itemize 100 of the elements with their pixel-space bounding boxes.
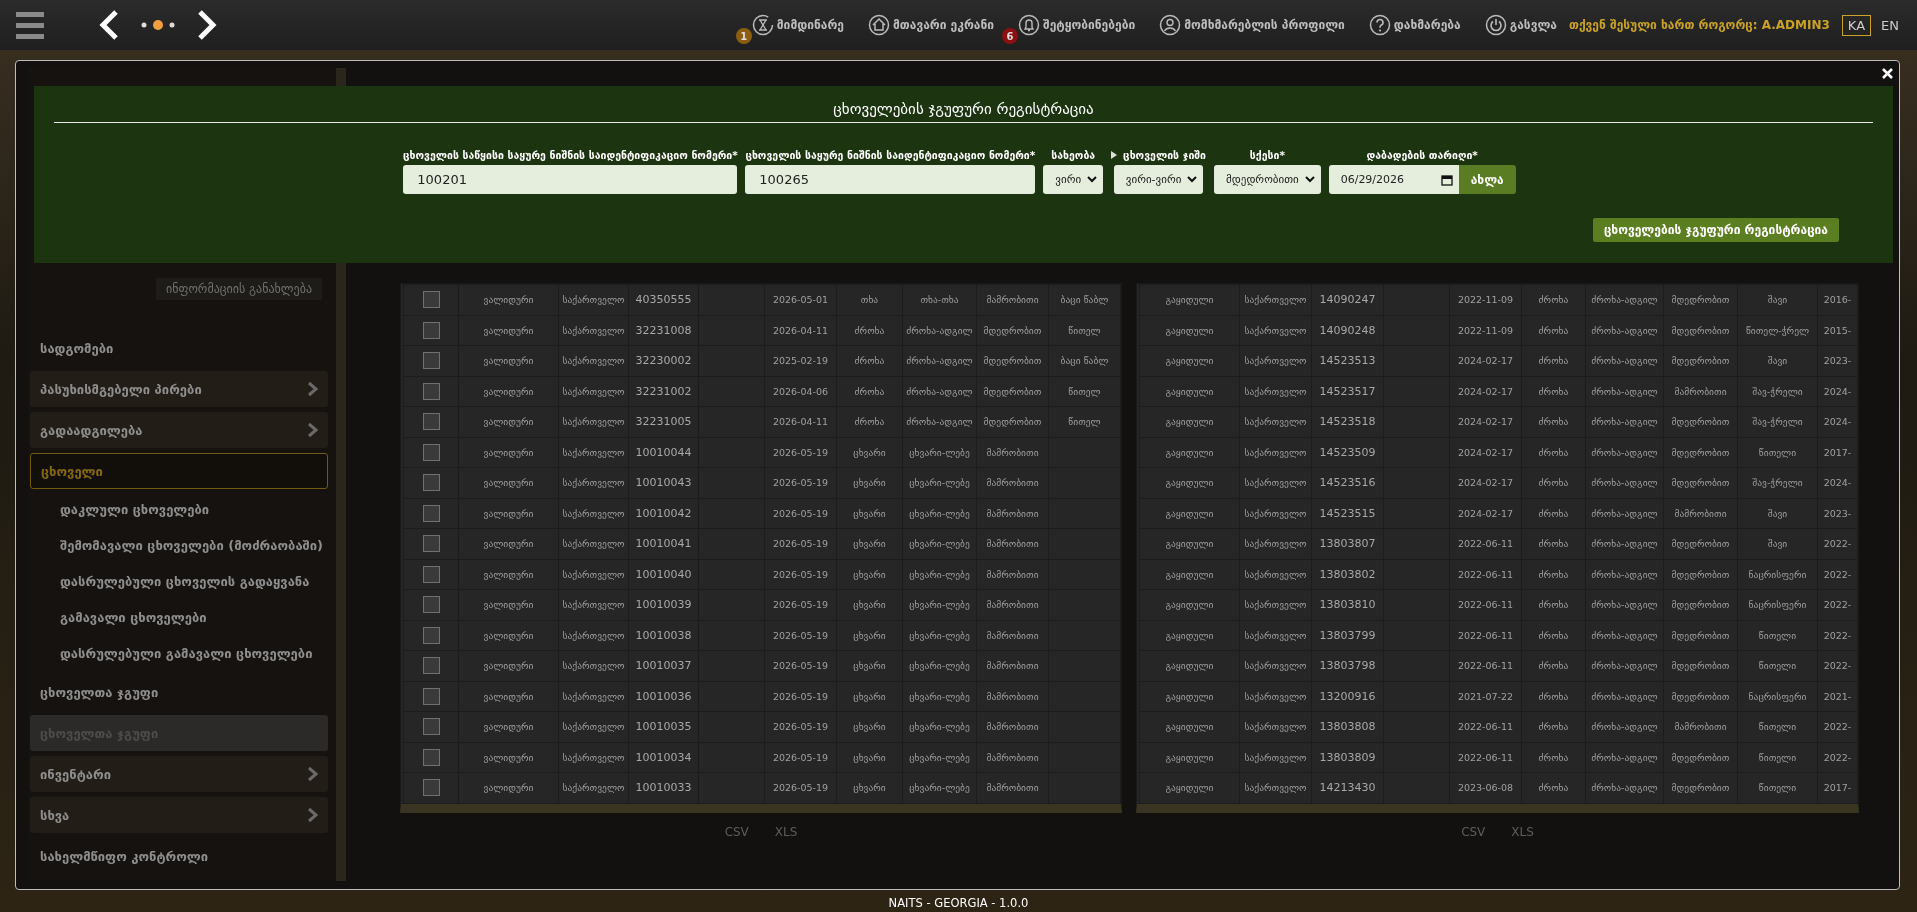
table-cell: ცხვარი [853, 660, 886, 672]
now-button[interactable]: ახლა [1458, 165, 1516, 194]
row-checkbox[interactable] [422, 413, 440, 431]
table-cell: 2026-05-19 [772, 538, 829, 550]
row-checkbox[interactable] [422, 596, 440, 614]
menu-item[interactable]: დასრულებული გამავალი ცხოველები [30, 638, 328, 669]
input-field[interactable]: 100201 [403, 165, 738, 194]
row-checkbox[interactable] [422, 535, 440, 553]
row-checkbox[interactable] [422, 321, 440, 339]
table-cell: ცხვარი [853, 446, 886, 458]
table-cell: 2022- [1823, 599, 1852, 611]
table-cell: 14523517 [1319, 384, 1376, 398]
menu-item[interactable]: პასუხისმგებელი პირები [30, 371, 328, 407]
export-button[interactable]: CSV [1461, 824, 1486, 839]
row-checkbox[interactable] [422, 474, 440, 492]
table-cell: მდედრობით [983, 324, 1042, 336]
dropdown[interactable]: ვირი [1043, 165, 1104, 194]
row-checkbox[interactable] [422, 779, 440, 797]
nav-link[interactable]: მთავარი ეკრანი [868, 14, 995, 36]
row-checkbox[interactable] [422, 687, 440, 705]
table-cell: წითელი [1758, 782, 1797, 794]
table-cell: ძროხა [1538, 477, 1569, 489]
row-checkbox[interactable] [422, 291, 440, 309]
table-cell: 10010035 [635, 720, 692, 734]
row-checkbox[interactable] [422, 565, 440, 583]
table-cell: მამრობითი [986, 629, 1039, 641]
table-cell: ბაცი წაბლ [1060, 355, 1109, 367]
dropdown[interactable]: მდედრობითი [1214, 165, 1321, 194]
dropdown[interactable]: ვირი-ვირი [1113, 165, 1204, 194]
menu-item[interactable]: სხვა [30, 797, 328, 833]
menu-item[interactable]: ცხოველი [30, 453, 328, 489]
table-cell: ძროხა [1538, 568, 1569, 580]
row-checkbox[interactable] [422, 748, 440, 766]
table-cell: საქართველო [1244, 629, 1307, 641]
row-checkbox[interactable] [422, 626, 440, 644]
table-cell: 2026-05-19 [772, 751, 829, 763]
table-cell: 2024- [1823, 416, 1852, 428]
register-group-button[interactable]: ცხოველების ჯგუფური რეგისტრაცია [1592, 218, 1839, 242]
input-field[interactable]: 100265 [745, 165, 1036, 194]
table-cell: გაყიდული [1165, 324, 1214, 336]
row-checkbox[interactable] [422, 352, 440, 370]
nav-link[interactable]: გასვლა [1484, 14, 1557, 36]
table-cell: 2022- [1823, 538, 1852, 550]
table-cell: 2024- [1823, 385, 1852, 397]
menu-item[interactable]: შემომავალი ცხოველები (მოძრაობაში) [30, 530, 328, 561]
table-cell: 2024-02-17 [1457, 385, 1514, 397]
table-cell: ძროხა [1538, 385, 1569, 397]
nav-link[interactable]: დახმარება [1368, 14, 1461, 36]
language-toggle[interactable]: KA [1841, 14, 1872, 36]
table-cell: ვალიდური [483, 721, 534, 733]
table-cell: გაყიდული [1165, 507, 1214, 519]
table-cell: ცხვარი [853, 538, 886, 550]
menu-item[interactable]: დასრულებული ცხოველის გადაყვანა [30, 566, 328, 597]
nav-link[interactable]: მიმდინარე [751, 14, 844, 36]
table-cell: ძროხა [1538, 721, 1569, 733]
table-cell: 13803799 [1319, 628, 1376, 642]
table-cell: 14523509 [1319, 445, 1376, 459]
table-cell: 2024- [1823, 477, 1852, 489]
update-info-button[interactable]: ინფორმაციის განახლება [156, 278, 322, 300]
table-cell: ცხვარი-ლებე [909, 629, 970, 641]
table-cell: 2026-05-01 [772, 294, 829, 306]
table-cell: მდედრობით [1671, 477, 1730, 489]
table-cell: მდედრობით [1671, 355, 1730, 367]
table-cell: 2026-05-19 [772, 477, 829, 489]
menu-item[interactable]: დაკლული ცხოველები [30, 494, 328, 525]
table-cell: 2024-02-17 [1457, 477, 1514, 489]
row-checkbox[interactable] [422, 718, 440, 736]
row-checkbox[interactable] [422, 443, 440, 461]
table-cell: ძროხა-ადგილ [1591, 568, 1658, 580]
language-toggle[interactable]: EN [1875, 14, 1905, 36]
nav-link[interactable]: შეტყობინებები [1018, 14, 1136, 36]
field-label: ცხოველის ჯიში [1123, 149, 1207, 161]
table-cell: 2017- [1823, 446, 1852, 458]
table-cell: 2022- [1823, 629, 1852, 641]
table-cell: წითელი [1758, 629, 1797, 641]
count-badge: 1 [735, 28, 752, 44]
table-cell: ძროხა [1538, 507, 1569, 519]
table-cell: ვალიდური [483, 751, 534, 763]
row-checkbox[interactable] [422, 504, 440, 522]
table-cell: მამრობითი [986, 599, 1039, 611]
table-cell: 2017- [1823, 782, 1852, 794]
table-cell: მდედრობით [1671, 446, 1730, 458]
close-icon[interactable] [1881, 67, 1894, 80]
table-cell: საქართველო [1244, 782, 1307, 794]
menu-item[interactable]: ინვენტარი [30, 756, 328, 792]
field-label: სახეობა [1051, 149, 1096, 161]
menu-item[interactable]: გადაადგილება [30, 412, 328, 448]
row-checkbox[interactable] [422, 657, 440, 675]
nav-link[interactable]: მომხმარებლის პროფილი [1159, 14, 1345, 36]
table-cell: ძროხა-ადგილ [1591, 629, 1658, 641]
table-cell: 40350555 [635, 293, 692, 307]
table-cell: 10010039 [635, 598, 692, 612]
row-checkbox[interactable] [422, 382, 440, 400]
export-button[interactable]: XLS [774, 824, 798, 839]
menu-item[interactable]: გამავალი ცხოველები [30, 602, 328, 633]
caret-right-icon [1111, 151, 1118, 159]
export-button[interactable]: XLS [1511, 824, 1534, 839]
table-cell: შავი [1767, 294, 1788, 306]
export-button[interactable]: CSV [724, 824, 749, 839]
date-field[interactable]: 06/29/2026 [1328, 165, 1459, 194]
